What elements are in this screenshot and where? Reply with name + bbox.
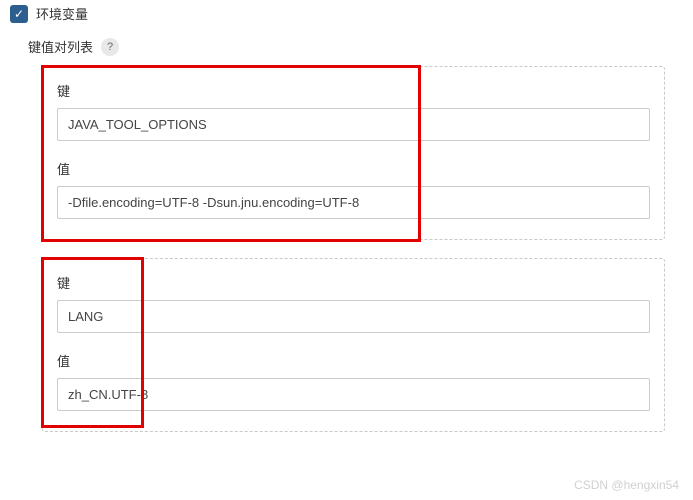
value-input[interactable] [57,186,650,219]
section-header: ✓ 环境变量 [0,0,693,27]
key-input[interactable] [57,300,650,333]
key-input[interactable] [57,108,650,141]
checked-icon[interactable]: ✓ [10,5,28,23]
kv-list-label: 键值对列表 [28,37,93,56]
value-label: 值 [57,159,650,178]
help-icon[interactable]: ? [101,38,119,56]
key-label: 键 [57,273,650,292]
value-input[interactable] [57,378,650,411]
subsection-header: 键值对列表 ? [0,27,693,66]
kv-entry-panel: 键 值 [42,258,665,432]
value-label: 值 [57,351,650,370]
section-title: 环境变量 [36,4,88,23]
kv-entry-panel: 键 值 [42,66,665,240]
watermark: CSDN @hengxin54 [574,478,679,492]
key-label: 键 [57,81,650,100]
